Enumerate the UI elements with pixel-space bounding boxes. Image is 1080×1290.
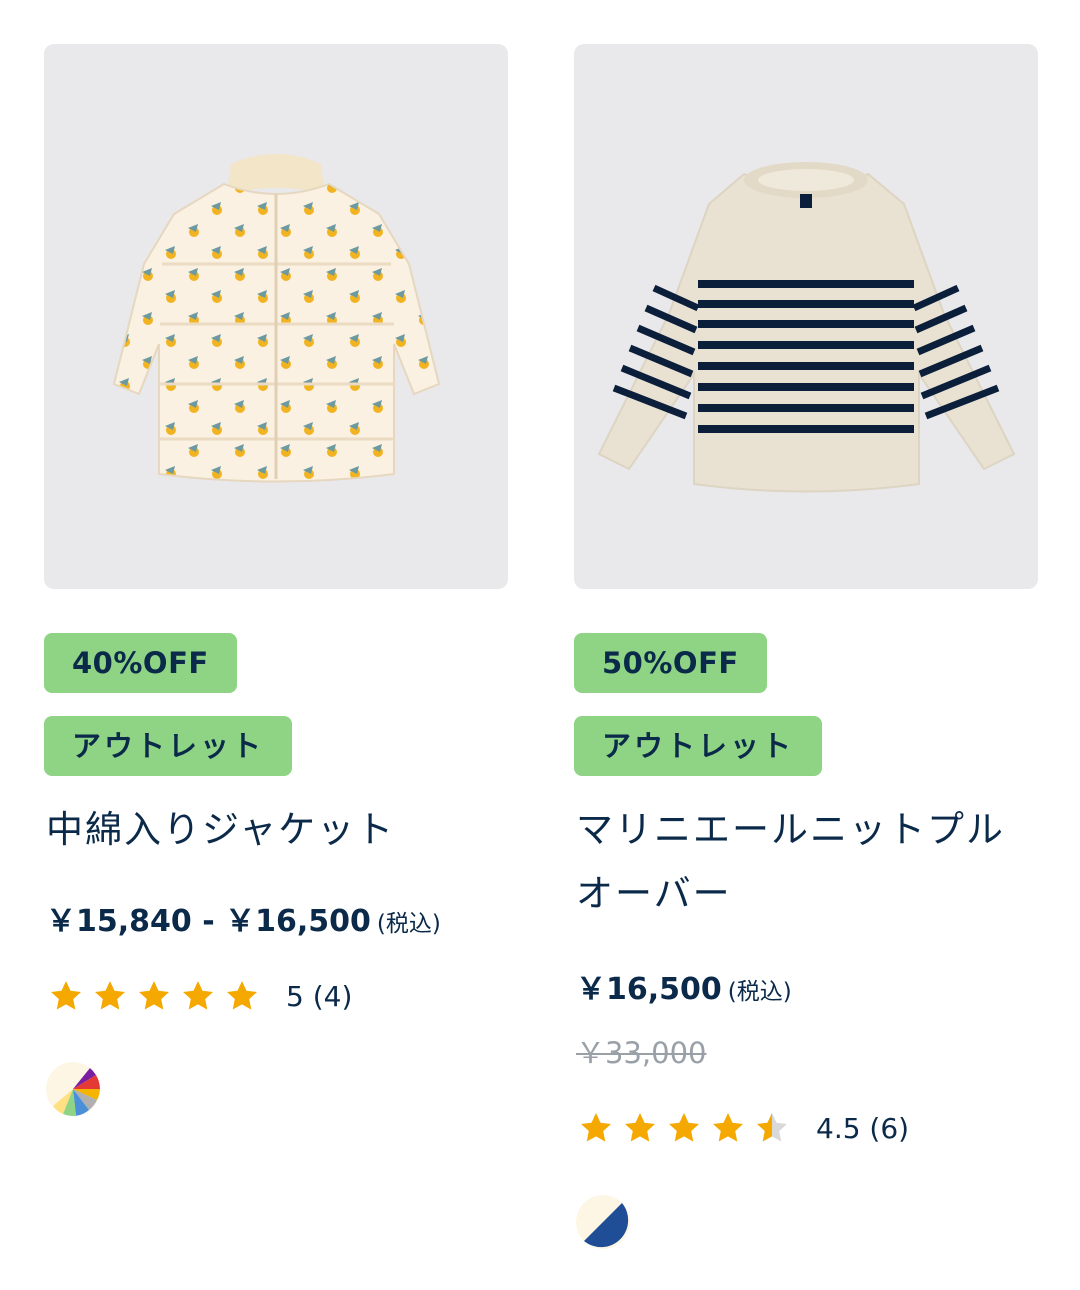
star-icon (183, 981, 213, 1010)
color-swatch-white-navy[interactable] (576, 1195, 630, 1249)
star-icon (581, 1113, 611, 1142)
rating-text: 5 (4) (286, 979, 353, 1013)
product-name[interactable]: マリニエールニットプルオーバー (576, 798, 1038, 926)
jacket-illustration (112, 154, 441, 483)
tax-label: (税込) (727, 979, 792, 1005)
product-name[interactable]: 中綿入りジャケット (46, 798, 508, 862)
sweater-illustration (597, 162, 1016, 493)
rating: 4.5 (6) (578, 1108, 909, 1148)
swatch-white-navy-icon (576, 1195, 630, 1249)
price: ￥15,840 - ￥16,500 (税込) (46, 896, 441, 940)
star-icon (669, 1113, 699, 1142)
outlet-badge: アウトレット (574, 716, 823, 776)
product-image-sweater[interactable] (574, 44, 1038, 589)
star-icon (139, 981, 169, 1010)
star-rating (578, 1110, 790, 1146)
star-rating (48, 978, 260, 1014)
rating: 5 (4) (48, 976, 352, 1016)
color-swatch-multicolor[interactable] (46, 1062, 100, 1116)
tax-label: (税込) (376, 911, 441, 937)
discount-badge: 50%OFF (574, 633, 767, 693)
star-icon (625, 1113, 655, 1142)
original-price: ￥33,000 (576, 1036, 707, 1070)
star-half-icon (757, 1113, 787, 1142)
price: ￥16,500 (税込) (576, 964, 792, 1008)
rating-text: 4.5 (6) (816, 1111, 910, 1145)
price-value: ￥16,500 (576, 972, 722, 1007)
star-icon (713, 1113, 743, 1142)
star-icon (95, 981, 125, 1010)
swatch-multicolor-icon (46, 1062, 100, 1116)
star-icon (51, 981, 81, 1010)
price-value: ￥15,840 - ￥16,500 (46, 904, 371, 939)
product-image-jacket[interactable] (44, 44, 508, 589)
product-grid: 40%OFF アウトレット 中綿入りジャケット ￥15,840 - ￥16,50… (0, 0, 1080, 1290)
discount-badge: 40%OFF (44, 633, 237, 693)
star-icon (227, 981, 257, 1010)
outlet-badge: アウトレット (44, 716, 293, 776)
